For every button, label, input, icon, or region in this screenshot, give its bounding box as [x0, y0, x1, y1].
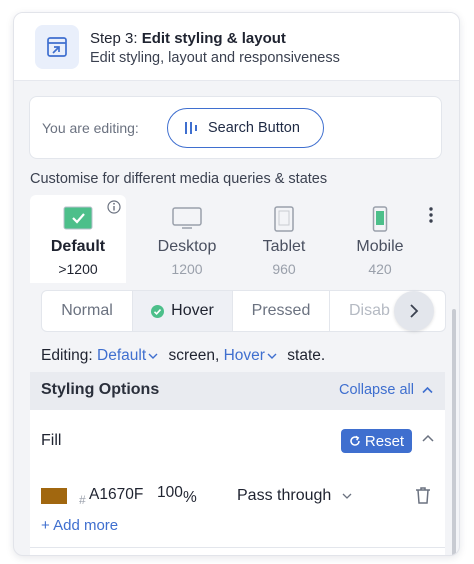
media-tab-mobile[interactable]: Mobile 420 [332, 195, 428, 283]
chevron-up-icon[interactable] [422, 434, 434, 442]
reset-button[interactable]: Reset [341, 429, 412, 453]
media-select[interactable]: Default [97, 347, 164, 364]
media-suffix: screen, [168, 347, 220, 364]
opacity-percent: % [183, 489, 197, 506]
media-select-label: Default [97, 347, 147, 364]
media-tab-desktop-size: 1200 [171, 261, 203, 277]
fill-divider [30, 547, 445, 548]
styling-options-header: Styling Options Collapse all [30, 372, 445, 410]
media-tab-tablet[interactable]: Tablet 960 [236, 195, 332, 283]
chevron-down-icon [148, 347, 158, 365]
scrollbar[interactable] [452, 309, 456, 555]
media-tab-mobile-name: Mobile [356, 238, 404, 255]
state-scroll-right-button[interactable] [394, 291, 434, 331]
media-tab-default-name: Default [50, 238, 106, 255]
media-tab-default-size: >1200 [58, 261, 98, 277]
chevron-right-icon [410, 304, 419, 318]
step-header: Step 3: Edit styling & layout Edit styli… [14, 13, 459, 81]
state-tab-pressed[interactable]: Pressed [233, 291, 330, 331]
media-tab-default[interactable]: Default >1200 [30, 195, 126, 283]
step-number: Step 3: [90, 30, 138, 47]
collapse-all-label: Collapse all [339, 382, 414, 398]
check-circle-icon [151, 304, 165, 318]
customise-caption: Customise for different media queries & … [30, 171, 328, 187]
state-tab-disabled-label: Disab [349, 302, 390, 319]
editing-card: You are editing: Search Button [29, 96, 442, 159]
editing-target-label: Search Button [208, 120, 300, 136]
hex-hash: # [79, 493, 86, 507]
media-query-tabs: Default >1200 Desktop 1200 Tablet 960 Mo… [30, 195, 430, 283]
media-tab-desktop[interactable]: Desktop 1200 [139, 195, 235, 283]
fill-title: Fill [41, 432, 62, 449]
collapse-all-button[interactable]: Collapse all [339, 382, 433, 398]
media-tab-desktop-name: Desktop [157, 238, 217, 255]
desktop-icon [171, 206, 203, 235]
chevron-up-icon [422, 386, 433, 394]
more-vertical-icon[interactable] [426, 205, 436, 225]
state-tab-hover[interactable]: Hover [133, 291, 233, 331]
blend-mode-select[interactable]: Pass through [237, 487, 331, 505]
mobile-icon [372, 206, 388, 237]
state-tab-pressed-label: Pressed [251, 302, 311, 319]
editing-context-line: Editing: Default screen, Hover state. [41, 347, 325, 365]
editing-label: You are editing: [42, 120, 139, 136]
state-select[interactable]: Hover [224, 347, 283, 364]
reset-icon [350, 435, 360, 446]
state-tab-normal[interactable]: Normal [42, 291, 133, 331]
tablet-icon [273, 206, 295, 237]
media-tab-tablet-name: Tablet [262, 238, 306, 255]
chevron-down-icon [342, 493, 352, 499]
state-suffix: state. [287, 347, 326, 364]
state-tabs: Normal Hover Pressed Disab [41, 290, 446, 332]
add-more-link[interactable]: + Add more [41, 517, 118, 534]
default-screen-icon [63, 206, 93, 235]
styling-options-title: Styling Options [41, 381, 160, 398]
open-in-window-icon [35, 25, 79, 69]
state-select-label: Hover [223, 347, 265, 364]
editing-target-button[interactable]: Search Button [167, 108, 324, 148]
opacity-input[interactable]: 100 [157, 484, 183, 502]
editing-prefix: Editing: [41, 347, 93, 364]
fill-color-swatch[interactable] [41, 488, 67, 504]
styling-panel: Step 3: Edit styling & layout Edit styli… [13, 12, 460, 556]
fill-section: Fill Reset # A1670F 100 % Pass through +… [30, 410, 445, 555]
step-heading: Edit styling & layout [141, 30, 286, 47]
step-title: Step 3: Edit styling & layout [90, 30, 286, 47]
media-tab-mobile-size: 420 [368, 261, 392, 277]
state-tab-hover-label: Hover [171, 302, 214, 319]
bars-icon [185, 122, 197, 134]
info-icon[interactable] [107, 200, 121, 214]
state-tab-normal-label: Normal [61, 302, 113, 319]
hex-input[interactable]: A1670F [89, 486, 143, 504]
fill-layer-row: # A1670F 100 % Pass through [41, 482, 436, 512]
trash-icon[interactable] [415, 486, 431, 504]
step-subtitle: Edit styling, layout and responsiveness [90, 50, 340, 66]
reset-label: Reset [364, 432, 405, 450]
chevron-down-icon [267, 347, 277, 365]
media-tab-tablet-size: 960 [272, 261, 296, 277]
